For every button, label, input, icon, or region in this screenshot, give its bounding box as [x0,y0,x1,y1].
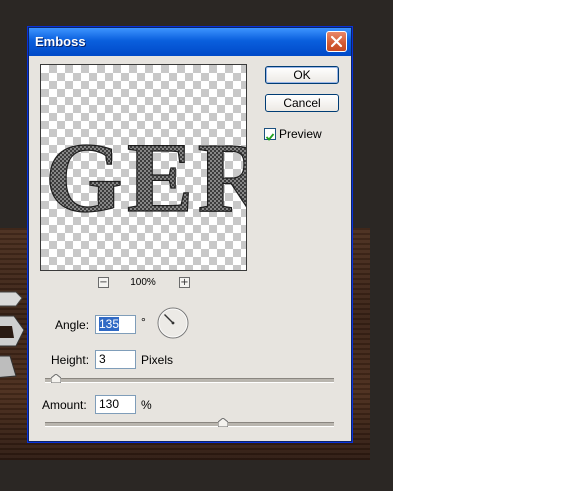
amount-label: Amount: [42,398,87,412]
amount-input[interactable]: 130 [95,395,136,414]
filter-preview[interactable]: GER [40,64,247,271]
ok-button[interactable]: OK [265,66,339,84]
background-letter-art [0,291,25,378]
close-icon [330,35,343,48]
angle-input[interactable]: 135 [95,315,136,334]
checkmark-icon [265,133,275,141]
zoom-level: 100% [130,277,156,288]
height-unit: Pixels [141,353,174,367]
zoom-out-icon: − [99,277,108,288]
angle-label: Angle: [55,318,90,332]
preview-text: GER [45,122,247,233]
amount-slider-thumb[interactable] [217,418,228,427]
zoom-in-button[interactable]: + [179,277,190,288]
zoom-out-button[interactable]: − [98,277,109,288]
angle-unit: ° [141,315,146,329]
cancel-button[interactable]: Cancel [265,94,339,112]
height-input[interactable]: 3 [95,350,136,369]
height-label: Height: [51,353,90,367]
preview-checkbox-label: Preview [279,127,322,141]
height-value: 3 [99,352,106,366]
amount-unit: % [141,398,152,412]
zoom-in-icon: + [180,277,189,288]
angle-dial-icon[interactable] [157,307,189,339]
angle-value: 135 [99,317,120,331]
amount-value: 130 [99,397,120,411]
height-slider-thumb[interactable] [50,374,61,383]
dialog-title: Emboss [35,34,86,49]
preview-checkbox[interactable] [264,128,276,141]
amount-slider[interactable] [45,422,334,427]
emboss-dialog: Emboss GER − 100% + [28,27,352,442]
dialog-body: GER − 100% + OK Cancel Preview Angle: 13… [29,56,351,441]
height-slider[interactable] [45,378,334,383]
dialog-titlebar[interactable]: Emboss [29,28,351,56]
close-button[interactable] [326,31,347,52]
